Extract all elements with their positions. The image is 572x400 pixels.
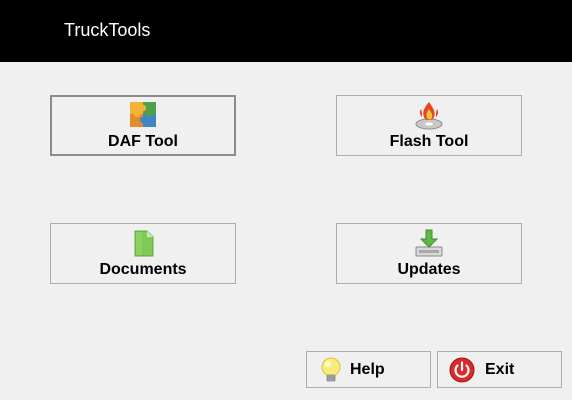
daf-tool-button[interactable]: DAF Tool (50, 95, 236, 156)
flash-tool-label: Flash Tool (389, 133, 469, 150)
title-bar: TruckTools (0, 0, 572, 62)
download-icon (415, 229, 443, 257)
puzzle-icon (130, 102, 156, 127)
lightbulb-icon (321, 357, 341, 382)
documents-button[interactable]: Documents (50, 223, 236, 284)
documents-label: Documents (99, 261, 187, 278)
updates-button[interactable]: Updates (336, 223, 522, 284)
help-label: Help (350, 361, 385, 378)
exit-label: Exit (485, 361, 515, 378)
document-icon (134, 230, 154, 257)
help-button[interactable]: Help (306, 351, 431, 388)
updates-label: Updates (397, 261, 461, 278)
flash-tool-button[interactable]: Flash Tool (336, 95, 522, 156)
exit-button[interactable]: Exit (437, 351, 562, 388)
fire-disc-icon (415, 102, 443, 130)
daf-tool-label: DAF Tool (108, 133, 178, 150)
app-title: TruckTools (64, 20, 151, 40)
power-icon (449, 357, 475, 383)
